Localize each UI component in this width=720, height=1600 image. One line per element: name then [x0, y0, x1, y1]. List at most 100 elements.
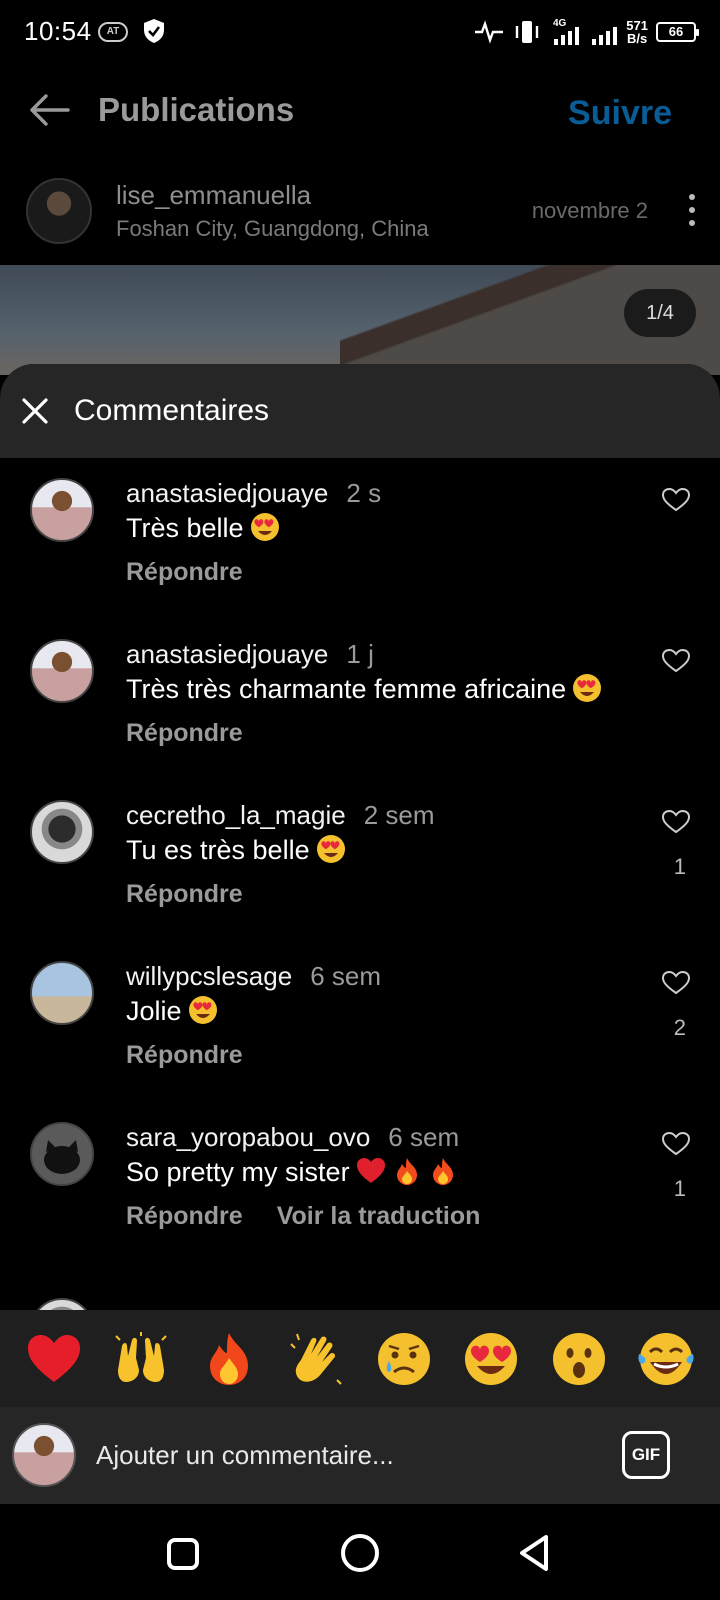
comment-time: 2 sem: [363, 800, 435, 830]
gif-button[interactable]: GIF: [622, 1431, 670, 1479]
comment-username-line: anastasiedjouaye 2 s: [126, 478, 381, 509]
comment-username-line: willypcslesage 6 sem: [126, 961, 381, 992]
comment-text: Tu es très belle: [126, 835, 310, 865]
comment-time: 6 sem: [310, 961, 381, 991]
back-arrow-icon[interactable]: [24, 88, 72, 136]
comment-username[interactable]: anastasiedjouaye: [126, 639, 328, 669]
author-username[interactable]: lise_emmanuella: [116, 180, 311, 211]
partial-comment-item: [30, 1294, 690, 1311]
comment-text: Très belle: [126, 513, 244, 543]
surprised-icon[interactable]: [550, 1330, 608, 1388]
comment-username[interactable]: sara_yoropabou_ovo: [126, 1122, 370, 1152]
comments-title: Commentaires: [74, 394, 270, 427]
red-heart-icon[interactable]: [25, 1330, 83, 1388]
home-icon[interactable]: [341, 1534, 379, 1572]
heart-eyes-icon: [573, 674, 602, 702]
comment-actions: Répondre: [126, 1041, 243, 1070]
comment-text-line: Très belle: [126, 512, 280, 544]
comment-input[interactable]: [96, 1433, 576, 1477]
my-avatar: [12, 1423, 76, 1487]
red-heart-icon: [356, 1158, 385, 1183]
close-icon[interactable]: [20, 396, 50, 426]
comment-time: 2 s: [346, 478, 382, 508]
comment-text: Jolie: [126, 996, 182, 1026]
commenter-avatar[interactable]: [30, 800, 94, 864]
commenter-avatar[interactable]: [30, 639, 94, 703]
author-avatar[interactable]: [26, 178, 92, 244]
post-photo[interactable]: 1/4: [0, 265, 720, 375]
reply-button[interactable]: Répondre: [126, 1041, 243, 1070]
comment-text-line: So pretty my sister: [126, 1156, 458, 1188]
clapping-hands-icon[interactable]: [287, 1330, 345, 1388]
comment-actions: Répondre: [126, 880, 243, 909]
tears-of-joy-icon[interactable]: [637, 1330, 695, 1388]
heart-eyes-icon: [188, 996, 217, 1024]
reply-button[interactable]: Répondre: [126, 880, 243, 909]
comment-text-line: Très très charmante femme africaine: [126, 673, 602, 705]
vibrate-icon: [516, 21, 539, 43]
comment-item: anastasiedjouaye 1 j Très très charmante …: [0, 639, 720, 803]
fire-icon: [432, 1158, 453, 1185]
svg-text:4G: 4G: [553, 18, 567, 29]
post-author-row: lise_emmanuella Foshan City, Guangdong, …: [0, 164, 720, 260]
heart-eyes-icon[interactable]: [462, 1330, 520, 1388]
heart-outline-icon[interactable]: [662, 488, 690, 512]
comment-time: 1 j: [346, 639, 374, 669]
commenter-avatar[interactable]: [30, 961, 94, 1025]
app-badge-icon: AT: [98, 22, 128, 42]
comment-text-line: Tu es très belle: [126, 834, 346, 866]
reply-button[interactable]: Répondre: [126, 1202, 243, 1231]
comments-sheet-header: Commentaires: [0, 364, 720, 458]
heart-outline-icon[interactable]: [662, 810, 690, 834]
commenter-avatar[interactable]: [30, 478, 94, 542]
status-right-group: 4G 571 B/s 66: [474, 14, 699, 50]
nav-back-icon[interactable]: [518, 1534, 552, 1572]
comment-username-line: sara_yoropabou_ovo 6 sem: [126, 1122, 459, 1153]
heart-eyes-icon: [250, 513, 279, 541]
system-nav-bar: [0, 1504, 720, 1600]
comments-sheet: Commentaires anastasiedjouaye 2 s Très be…: [0, 364, 720, 1311]
author-location[interactable]: Foshan City, Guangdong, China: [116, 216, 429, 242]
comment-text: So pretty my sister: [126, 1157, 350, 1187]
comment-text: Très très charmante femme africaine: [126, 674, 567, 704]
heart-outline-icon[interactable]: [662, 1132, 690, 1156]
page-title: Publications: [98, 91, 295, 128]
comment-text-line: Jolie: [126, 995, 218, 1027]
status-time: 10:54: [24, 16, 92, 46]
comment-username[interactable]: anastasiedjouaye: [126, 478, 328, 508]
more-options-icon[interactable]: [682, 192, 702, 228]
shield-icon: [144, 19, 164, 43]
comment-item: sara_yoropabou_ovo 6 sem So pretty my sis…: [0, 1122, 720, 1286]
network-speed: 571 B/s: [626, 19, 648, 45]
sad-tear-icon[interactable]: [375, 1330, 433, 1388]
network-speed-unit: B/s: [627, 31, 648, 46]
comment-composer: GIF: [0, 1407, 720, 1504]
fire-icon[interactable]: [200, 1330, 258, 1388]
heart-outline-icon[interactable]: [662, 649, 690, 673]
app-header: Publications Suivre: [0, 64, 720, 160]
commenter-avatar[interactable]: [30, 1122, 94, 1186]
heart-eyes-icon: [316, 835, 345, 863]
comment-item: willypcslesage 6 sem Jolie Répondre 2: [0, 961, 720, 1125]
reply-button[interactable]: Répondre: [126, 558, 243, 587]
status-bar: 10:54 AT 4G 571 B/s 66: [0, 0, 720, 64]
comment-time: 6 sem: [388, 1122, 460, 1152]
reply-button[interactable]: Répondre: [126, 719, 243, 748]
quick-reactions-bar: [0, 1310, 720, 1407]
comment-actions: Répondre Voir la traduction: [126, 1202, 480, 1231]
comment-actions: Répondre: [126, 719, 243, 748]
translate-button[interactable]: Voir la traduction: [277, 1202, 481, 1231]
comment-username-line: anastasiedjouaye 1 j: [126, 639, 374, 670]
like-count: 2: [673, 1015, 686, 1040]
signal-4g-icon: 4G: [553, 18, 580, 45]
comment-item: cecretho_la_magie 2 sem Tu es très belle …: [0, 800, 720, 964]
recent-apps-icon[interactable]: [167, 1538, 199, 1570]
fire-icon: [396, 1158, 417, 1185]
comment-username[interactable]: cecretho_la_magie: [126, 800, 346, 830]
raising-hands-icon[interactable]: [112, 1330, 170, 1388]
comment-username-line: cecretho_la_magie 2 sem: [126, 800, 435, 831]
heart-outline-icon[interactable]: [662, 971, 690, 995]
like-count: 1: [673, 854, 686, 879]
follow-button[interactable]: Suivre: [568, 94, 672, 133]
comment-username[interactable]: willypcslesage: [126, 961, 292, 991]
